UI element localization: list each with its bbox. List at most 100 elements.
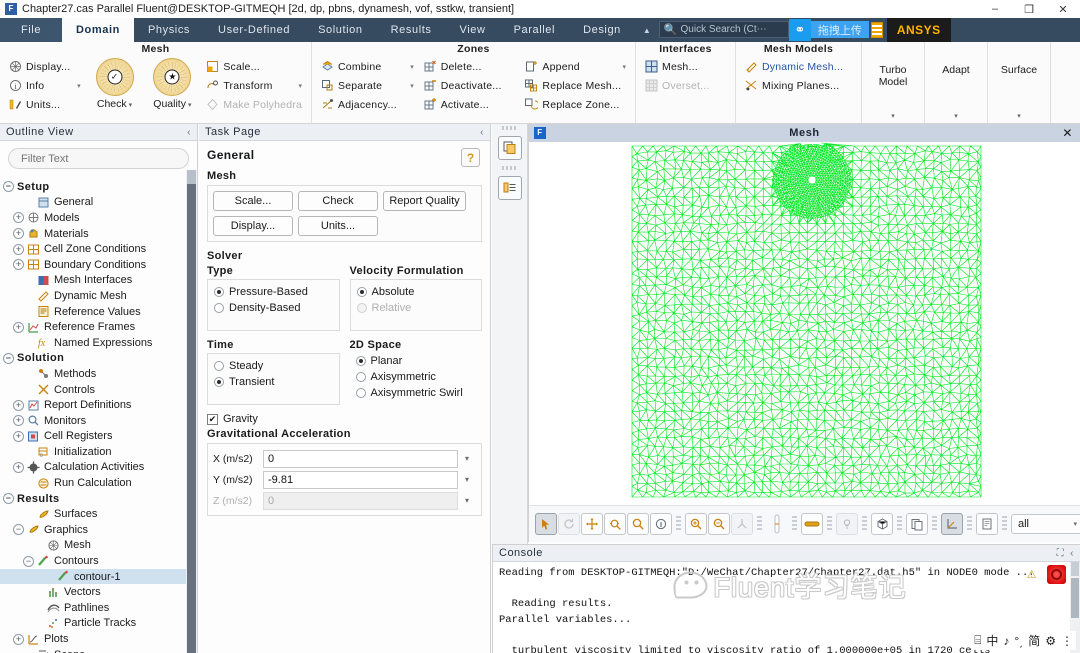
outline-item-contours[interactable]: − Contours [0, 553, 186, 569]
tab-parallel[interactable]: Parallel [500, 18, 570, 42]
gravity-checkbox-row[interactable]: ✔ Gravity [207, 413, 482, 425]
outline-item-setup[interactable]: − Setup [0, 179, 186, 195]
mesh-scale-button[interactable]: Scale... [203, 57, 305, 76]
console-scroll-thumb[interactable] [1071, 578, 1079, 618]
stop-button-icon[interactable] [1047, 565, 1066, 584]
gravity-x-dropdown-caret[interactable]: ▾ [458, 450, 476, 468]
copy-window-icon[interactable] [497, 136, 522, 160]
outline-item-cell-registers[interactable]: + Cell Registers [0, 429, 186, 445]
surface-caret[interactable]: ▾ [1017, 112, 1021, 123]
radio-axisymmetric[interactable]: Axisymmetric [355, 369, 477, 385]
replace-zone-button[interactable]: Replace Zone... [522, 95, 629, 114]
expander-toggle[interactable]: + [13, 633, 24, 645]
minimize-button[interactable]: – [978, 0, 1012, 18]
ime-simplified-icon[interactable]: 简 [1028, 632, 1040, 649]
select-cursor-icon[interactable] [535, 513, 557, 535]
outline-item-report-definitions[interactable]: + Report Definitions [0, 397, 186, 413]
tab-physics[interactable]: Physics [134, 18, 204, 42]
tab-view[interactable]: View [446, 18, 500, 42]
outline-item-reference-frames[interactable]: + Reference Frames [0, 319, 186, 335]
help-icon[interactable]: ? [461, 148, 480, 167]
gravity-y-dropdown-caret[interactable]: ▾ [458, 471, 476, 489]
radio-steady[interactable]: Steady [214, 358, 333, 374]
expander-toggle[interactable]: + [13, 430, 24, 442]
adapt-button[interactable]: Adapt ▾ [929, 42, 983, 123]
mesh-check-button[interactable]: ✓ Check ▾ [86, 57, 144, 110]
zones-append-button[interactable]: Append ▾ [522, 57, 629, 76]
tab-solution[interactable]: Solution [304, 18, 377, 42]
sidebar-grip-1[interactable] [501, 126, 518, 130]
tab-file[interactable]: File [0, 18, 62, 42]
dynamic-mesh-button[interactable]: Dynamic Mesh... [742, 57, 855, 76]
zones-combine-button[interactable]: Combine ▾ [318, 57, 417, 76]
outline-item-methods[interactable]: Methods [0, 366, 186, 382]
expander-toggle[interactable]: − [3, 352, 14, 364]
report-quality-button[interactable]: Report Quality [383, 191, 466, 211]
tab-domain[interactable]: Domain [62, 18, 134, 42]
zones-deactivate-button[interactable]: Deactivate... [421, 76, 519, 95]
mesh-display-button[interactable]: Display... [6, 57, 84, 76]
zones-adjacency-button[interactable]: Adjacency... [318, 95, 417, 114]
tab-design[interactable]: Design [569, 18, 635, 42]
display-button[interactable]: Display... [213, 216, 293, 236]
orientation-cube-icon[interactable] [871, 513, 893, 535]
zoom-box-icon[interactable] [604, 513, 626, 535]
gravity-x-input[interactable] [263, 449, 458, 468]
tab-user-defined[interactable]: User-Defined [204, 18, 304, 42]
collapse-icon[interactable]: ‹ [1070, 548, 1074, 559]
outline-scroll-thumb[interactable] [187, 184, 196, 653]
upload-button[interactable]: 拖拽上传 [810, 21, 869, 38]
outline-item-boundary-conditions[interactable]: + Boundary Conditions [0, 257, 186, 273]
colormap-icon[interactable] [801, 513, 823, 535]
mesh-check-caret[interactable]: ▾ [129, 102, 133, 109]
annotate-icon[interactable] [976, 513, 998, 535]
share-icon[interactable]: ⚭ [788, 19, 811, 41]
outline-scroll-up-arrow[interactable] [187, 170, 196, 184]
ime-keyboard-icon[interactable]: ⌸ [974, 633, 981, 648]
ime-chinese-mode[interactable]: 中 [986, 632, 998, 649]
expander-toggle[interactable]: − [3, 493, 14, 505]
mesh-viewport[interactable] [529, 142, 1080, 505]
mesh-info-button[interactable]: i Info ▾ [6, 76, 84, 95]
chevron-down-icon[interactable]: ▾ [1073, 520, 1077, 528]
zones-combine-caret[interactable]: ▾ [400, 63, 414, 71]
gravity-checkbox[interactable]: ✔ [207, 413, 218, 425]
outline-item-mesh[interactable]: Mesh [0, 538, 186, 554]
outline-item-pathlines[interactable]: Pathlines [0, 600, 186, 616]
zoom-out-icon[interactable] [708, 513, 730, 535]
outline-item-vectors[interactable]: Vectors [0, 584, 186, 600]
probe-info-icon[interactable] [650, 513, 672, 535]
close-button[interactable]: ✕ [1046, 0, 1080, 18]
ime-settings-icon[interactable]: ⚙ [1045, 634, 1056, 648]
outline-item-general[interactable]: General [0, 195, 186, 211]
ribbon-collapse-caret[interactable]: ▲ [635, 18, 659, 42]
mesh-info-dropdown-caret[interactable]: ▾ [67, 82, 81, 90]
radio-transient[interactable]: Transient [214, 374, 333, 390]
outline-scrollbar[interactable] [186, 170, 197, 653]
mesh-transform-caret[interactable]: ▾ [288, 82, 302, 90]
turbo-model-button[interactable]: Turbo Model ▾ [866, 42, 920, 123]
pan-icon[interactable] [581, 513, 603, 535]
zones-activate-button[interactable]: Activate... [421, 95, 519, 114]
tab-results[interactable]: Results [377, 18, 446, 42]
outline-item-monitors[interactable]: + Monitors [0, 413, 186, 429]
zones-delete-button[interactable]: Delete... [421, 57, 519, 76]
detach-icon[interactable]: ⛶ [1057, 548, 1065, 559]
radio-planar[interactable]: Planar [355, 353, 477, 369]
expander-toggle[interactable]: + [13, 259, 24, 271]
expander-toggle[interactable]: − [13, 524, 24, 536]
mixing-planes-button[interactable]: Mixing Planes... [742, 76, 855, 95]
interface-mesh-button[interactable]: Mesh... [642, 57, 729, 76]
expander-toggle[interactable]: + [13, 228, 24, 240]
units-button[interactable]: Units... [298, 216, 378, 236]
outline-item-particle-tracks[interactable]: Particle Tracks [0, 616, 186, 632]
graphics-window-close-icon[interactable]: ✕ [1062, 126, 1073, 140]
mesh-transform-button[interactable]: Transform ▾ [203, 76, 305, 95]
expander-toggle[interactable]: + [13, 321, 24, 333]
outline-item-cell-zone-conditions[interactable]: + Cell Zone Conditions [0, 241, 186, 257]
scale-button[interactable]: Scale... [213, 191, 293, 211]
magnifier-icon[interactable] [627, 513, 649, 535]
mesh-units-button[interactable]: Units... [6, 95, 84, 114]
outline-item-scene[interactable]: Scene [0, 647, 186, 653]
outline-item-plots[interactable]: + Plots [0, 631, 186, 647]
